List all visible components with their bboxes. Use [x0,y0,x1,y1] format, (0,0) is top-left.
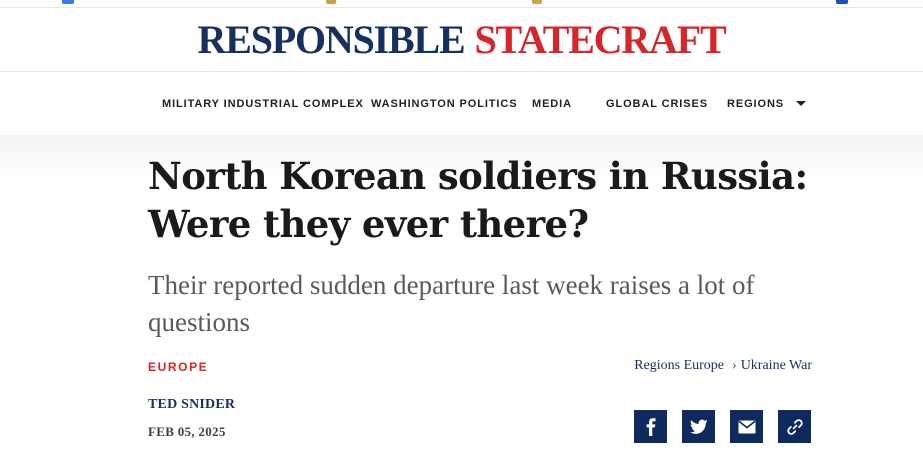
browser-top-strip [0,0,923,8]
article-header: North Korean soldiers in Russia: Were th… [0,135,923,464]
category-link-europe[interactable]: EUROPE [148,360,208,374]
breadcrumb-ukraine-war[interactable]: Ukraine War [741,358,812,373]
twitter-icon [689,419,708,434]
breadcrumb: Regions Europe › Ukraine War [634,358,812,374]
top-strip-mark [836,0,848,4]
masthead: RESPONSIBLE STATECRAFT [0,8,923,72]
facebook-icon [646,417,655,436]
article-headline: North Korean soldiers in Russia: Were th… [148,154,808,246]
link-icon [786,418,803,435]
logo-word-statecraft: STATECRAFT [474,17,726,62]
author-link[interactable]: TED SNIDER [148,397,235,413]
nav-item-regions[interactable]: REGIONS [727,97,807,111]
article-subheadline: Their reported sudden departure last wee… [148,270,755,337]
main-nav: MILITARY INDUSTRIAL COMPLEX WASHINGTON P… [0,73,923,135]
top-strip-mark [62,0,74,4]
site-logo[interactable]: RESPONSIBLE STATECRAFT [0,18,923,62]
share-email-button[interactable] [730,410,763,443]
nav-item-media[interactable]: MEDIA [532,97,572,111]
top-strip-mark [532,0,542,4]
logo-word-responsible: RESPONSIBLE [197,17,466,62]
share-link-button[interactable] [778,410,811,443]
share-facebook-button[interactable] [634,410,667,443]
nav-item-regions-label: REGIONS [727,98,785,110]
share-twitter-button[interactable] [682,410,715,443]
nav-item-washington-politics[interactable]: WASHINGTON POLITICS [371,97,517,111]
breadcrumb-regions-europe[interactable]: Regions Europe [634,358,724,373]
breadcrumb-separator-icon: › [732,358,737,373]
publish-date: FEB 05, 2025 [148,424,226,439]
nav-item-military-industrial-complex[interactable]: MILITARY INDUSTRIAL COMPLEX [162,97,364,111]
nav-item-global-crises[interactable]: GLOBAL CRISES [606,97,708,111]
top-strip-mark [326,0,336,4]
caret-down-icon [796,100,807,106]
email-icon [738,420,755,433]
